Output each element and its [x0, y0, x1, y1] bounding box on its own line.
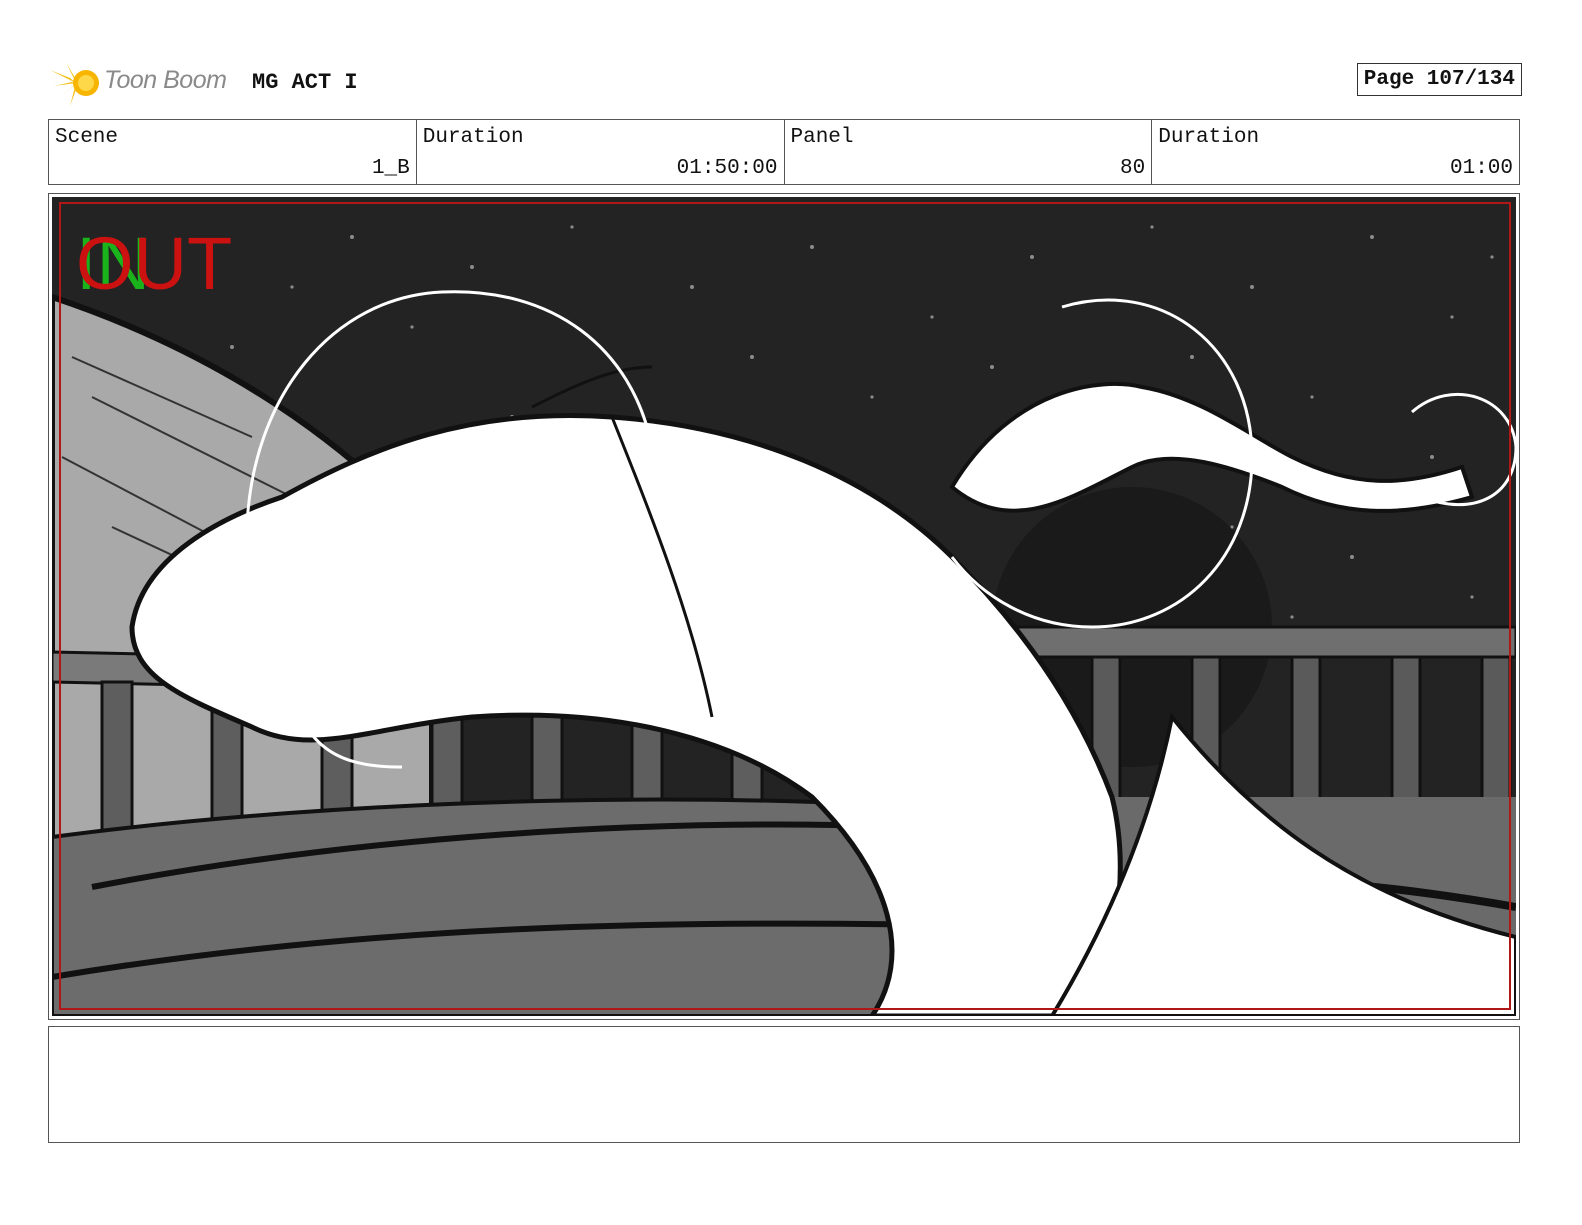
storyboard-panel: IN OUT	[48, 193, 1520, 1020]
panel-value: 80	[1120, 157, 1146, 180]
scene-cell: Scene 1_B	[49, 120, 417, 184]
panel-duration-label: Duration	[1158, 126, 1260, 149]
panel-cell: Panel 80	[785, 120, 1153, 184]
panel-notes[interactable]	[48, 1026, 1520, 1143]
panel-label: Panel	[790, 126, 854, 149]
panel-info-row: Scene 1_B Duration 01:50:00 Panel 80 Dur…	[48, 119, 1520, 185]
panel-drawing: IN OUT	[52, 197, 1516, 1016]
out-marker: OUT	[76, 222, 232, 305]
scene-duration-value: 01:50:00	[676, 157, 778, 180]
scene-label: Scene	[55, 126, 119, 149]
scene-value: 1_B	[371, 157, 410, 180]
toon-boom-logo: Toon Boom	[48, 56, 238, 110]
page-number: Page 107/134	[1356, 63, 1522, 96]
page-header: Toon Boom MG ACT I Page 107/134	[48, 56, 1522, 110]
scene-duration-label: Duration	[422, 126, 524, 149]
panel-duration-value: 01:00	[1449, 157, 1513, 180]
scene-duration-cell: Duration 01:50:00	[417, 120, 785, 184]
project-title: MG ACT I	[252, 70, 358, 95]
sunburst-logo-icon	[50, 62, 99, 106]
panel-duration-cell: Duration 01:00	[1152, 120, 1519, 184]
brand-name: Toon Boom	[104, 66, 227, 94]
